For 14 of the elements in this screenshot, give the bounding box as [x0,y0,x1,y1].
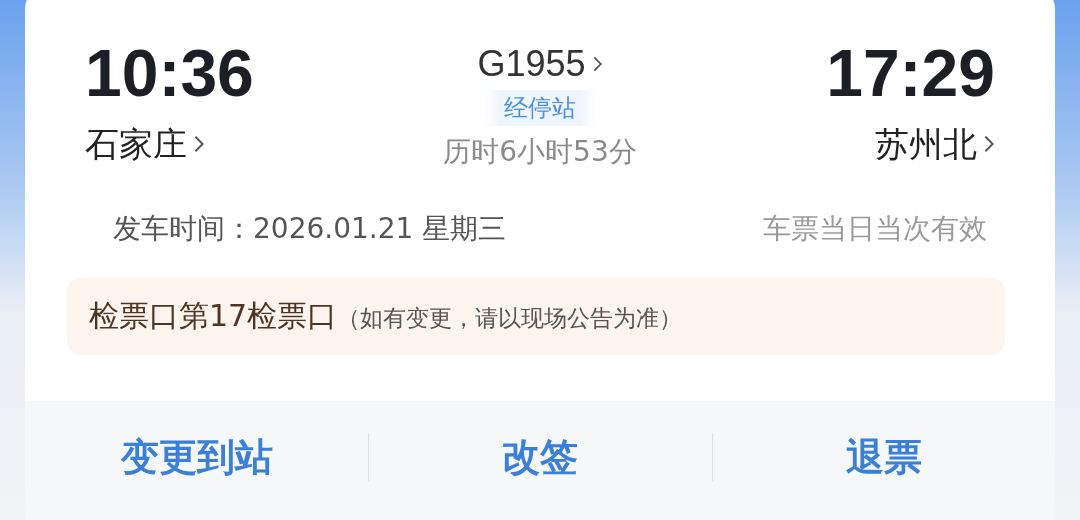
gate-note: （如有变更，请以现场公告为准） [337,304,683,333]
departure-date: 发车时间：2026.01.21 星期三 [113,211,507,247]
train-number-link[interactable]: G1955 [477,44,603,84]
departure-station-link[interactable]: 石家庄 [85,124,205,164]
arrival-station-link[interactable]: 苏州北 [875,124,995,164]
action-button[interactable]: 改签 [368,433,712,481]
departure-time: 10:36 [85,42,254,104]
action-button[interactable]: 变更到站 [25,433,369,481]
gate-text: 检票口第17检票口 [89,297,338,335]
validity-text: 车票当日当次有效 [763,211,987,247]
action-button[interactable]: 退票 [711,433,1055,481]
stops-badge[interactable]: 经停站 [484,90,596,126]
duration-text: 历时6小时53分 [443,134,637,170]
arrival-time: 17:29 [826,42,995,104]
